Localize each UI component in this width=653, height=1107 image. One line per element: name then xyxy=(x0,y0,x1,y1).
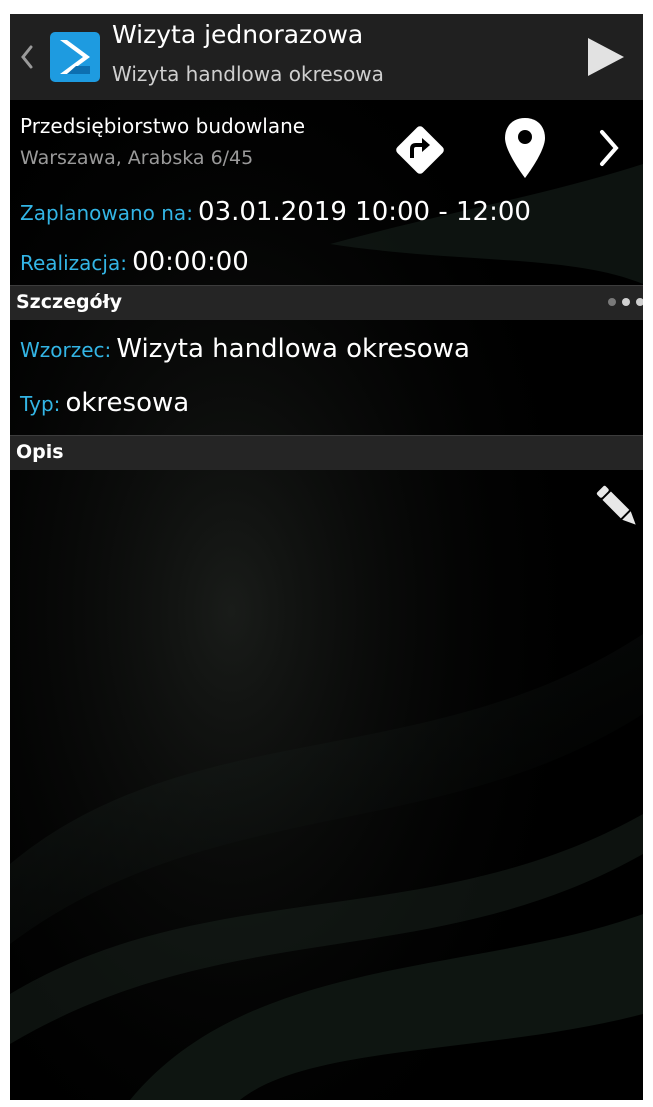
client-name[interactable]: Przedsiębiorstwo budowlane xyxy=(20,114,305,138)
description-section-title: Opis xyxy=(16,441,64,463)
template-label: Wzorzec: xyxy=(20,338,112,362)
page-title: Wizyta jednorazowa xyxy=(112,20,364,49)
background-swirl xyxy=(10,14,643,1100)
app-logo-icon xyxy=(50,32,100,82)
back-chevron-icon[interactable] xyxy=(16,42,38,72)
location-pin-icon[interactable] xyxy=(502,116,548,180)
planned-row: Zaplanowano na: 03.01.2019 10:00 - 12:00 xyxy=(20,197,531,227)
type-row: Typ: okresowa xyxy=(20,388,189,418)
app-bar: Wizyta jednorazowa Wizyta handlowa okres… xyxy=(10,14,643,100)
planned-value: 03.01.2019 10:00 - 12:00 xyxy=(198,197,531,227)
page-subtitle: Wizyta handlowa okresowa xyxy=(112,62,384,86)
realization-label: Realizacja: xyxy=(20,251,127,275)
template-row: Wzorzec: Wizyta handlowa okresowa xyxy=(20,334,470,364)
realization-value: 00:00:00 xyxy=(132,247,249,277)
planned-label: Zaplanowano na: xyxy=(20,201,193,225)
chevron-right-icon[interactable] xyxy=(594,126,624,170)
directions-icon[interactable] xyxy=(392,122,448,178)
client-address: Warszawa, Arabska 6/45 xyxy=(20,147,254,169)
realization-row: Realizacja: 00:00:00 xyxy=(20,247,249,277)
type-value: okresowa xyxy=(65,388,190,418)
template-value: Wizyta handlowa okresowa xyxy=(116,334,470,364)
play-icon[interactable] xyxy=(580,34,630,80)
type-label: Typ: xyxy=(20,392,61,416)
more-options-icon[interactable] xyxy=(607,295,643,309)
edit-pencil-icon[interactable] xyxy=(595,484,641,530)
visit-screen: Wizyta jednorazowa Wizyta handlowa okres… xyxy=(10,14,643,1100)
description-section-header: Opis xyxy=(10,435,643,470)
details-section-header: Szczegóły xyxy=(10,285,643,320)
details-section-title: Szczegóły xyxy=(16,291,123,313)
